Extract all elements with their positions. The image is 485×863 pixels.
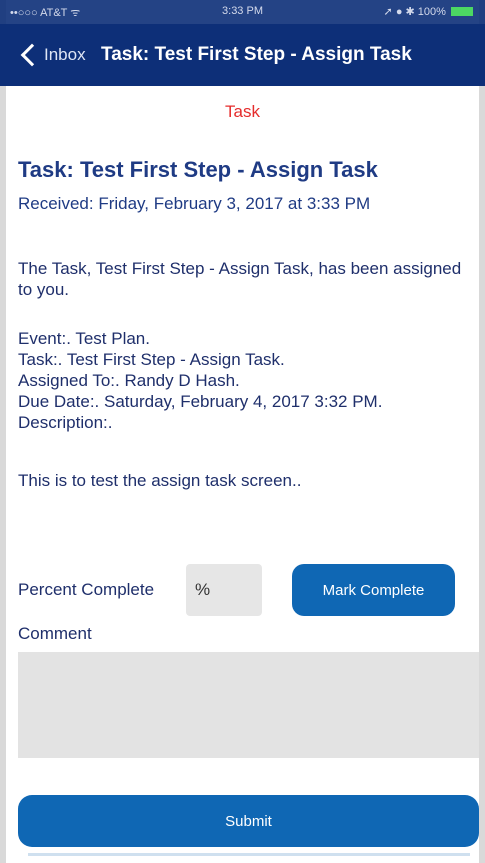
- status-indicators: ➚ ● ✱ 100%: [384, 5, 473, 18]
- task-description: This is to test the assign task screen..: [18, 471, 302, 490]
- back-button[interactable]: Inbox: [18, 42, 86, 68]
- battery-icon: [451, 7, 473, 16]
- nav-title: Task: Test First Step - Assign Task: [101, 44, 412, 65]
- comment-field[interactable]: [18, 652, 479, 758]
- percent-complete-input[interactable]: [186, 564, 262, 616]
- detail-description-label: Description:.: [18, 413, 113, 432]
- navigation-bar: Inbox Task: Test First Step - Assign Tas…: [0, 24, 485, 86]
- status-bar: ••○○○ AT&T ᯤ 3:33 PM ➚ ● ✱ 100%: [0, 0, 485, 24]
- back-label: Inbox: [44, 45, 86, 64]
- submit-button[interactable]: Submit: [18, 795, 479, 847]
- mark-complete-button[interactable]: Mark Complete: [292, 564, 455, 616]
- task-intro-text: The Task, Test First Step - Assign Task,…: [18, 259, 462, 299]
- detail-assigned-to: Assigned To:. Randy D Hash.: [18, 371, 240, 390]
- status-icons: ➚ ● ✱ 100%: [383, 6, 446, 18]
- detail-event: Event:. Test Plan.: [18, 329, 150, 348]
- comment-label: Comment: [18, 624, 92, 643]
- received-date: Received: Friday, February 3, 2017 at 3:…: [18, 194, 371, 213]
- percent-complete-label: Percent Complete: [18, 580, 155, 599]
- detail-task: Task:. Test First Step - Assign Task.: [18, 350, 285, 369]
- detail-due-date: Due Date:. Saturday, February 4, 2017 3:…: [18, 392, 383, 411]
- section-label: Task: [225, 102, 260, 121]
- chevron-left-icon: [20, 43, 44, 67]
- task-title: Task: Test First Step - Assign Task: [18, 157, 378, 182]
- bottom-divider: [28, 853, 470, 856]
